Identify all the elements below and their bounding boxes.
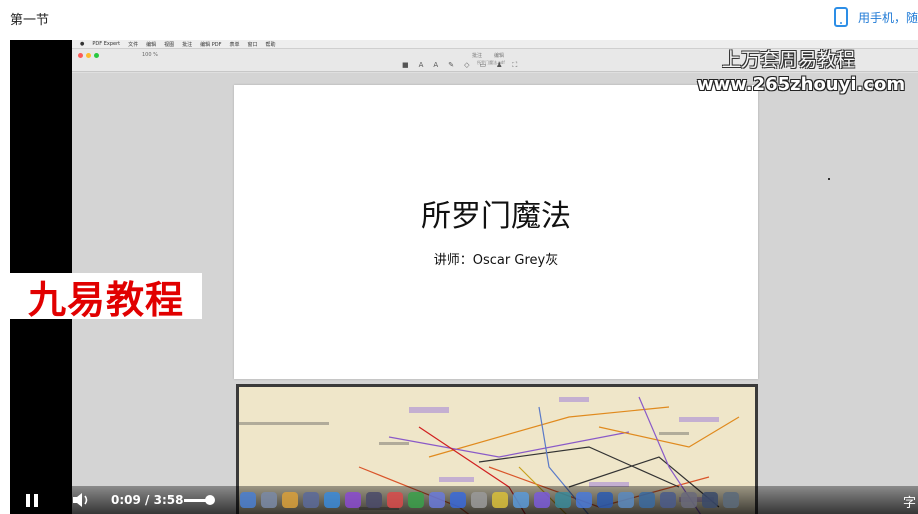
window-controls	[78, 53, 99, 58]
volume-button[interactable]	[72, 492, 92, 508]
brand-badge: 九易教程	[10, 273, 202, 322]
text-icon: A	[418, 61, 424, 69]
pen-icon: ✎	[448, 61, 455, 69]
dock-app-icon	[534, 492, 550, 508]
menu-item-annotate: 批注	[182, 41, 193, 48]
dock-app-icon	[618, 492, 634, 508]
dock-app-icon	[597, 492, 613, 508]
dock-app-icon	[429, 492, 445, 508]
dock-app-icon	[387, 492, 403, 508]
watermark-line2: www.265zhouyi.com	[697, 74, 906, 95]
zoom-level: 100 %	[142, 52, 158, 58]
close-icon	[78, 53, 83, 58]
mobile-link-label: 用手机，随	[857, 10, 918, 25]
volume-icon	[73, 493, 88, 507]
dock-app-icon	[324, 492, 340, 508]
dock-app-icon	[660, 492, 676, 508]
time-separator: /	[145, 493, 150, 507]
dock-app-icon	[471, 492, 487, 508]
dock-app-icon	[492, 492, 508, 508]
tab-annotate: 批注	[472, 53, 483, 59]
duration: 3:58	[153, 493, 184, 507]
annotation-tools: ■ A A ✎ ◇ ▭ ♟ ⛶	[402, 61, 517, 70]
volume-slider-knob[interactable]	[205, 495, 216, 505]
menu-item-file: 文件	[128, 41, 139, 48]
pause-icon-bar	[34, 494, 38, 507]
pause-button[interactable]	[26, 494, 38, 507]
dock-app-icon	[261, 492, 277, 508]
menu-item-form: 表单	[229, 41, 240, 48]
apple-icon: ●	[80, 41, 85, 47]
dock-app-icon	[576, 492, 592, 508]
current-time: 0:09	[111, 493, 141, 507]
dock-app-icon	[366, 492, 382, 508]
slide-subtitle: 讲师：Oscar Grey灰	[433, 253, 559, 268]
zoom-icon	[94, 53, 99, 58]
highlight-icon: ■	[402, 61, 409, 69]
page-header: 第一节 用手机，随	[0, 0, 918, 36]
tab-edit: 编辑	[494, 53, 505, 59]
section-title: 第一节	[10, 13, 50, 28]
subtitle-button[interactable]: 字	[903, 492, 916, 511]
dock-app-icon	[702, 492, 718, 508]
dock-app-icon	[639, 492, 655, 508]
volume-slider[interactable]	[184, 495, 216, 505]
phone-icon	[833, 7, 848, 27]
text-small-icon: A	[433, 61, 439, 69]
player-controls: 0:09 / 3:58 字	[10, 486, 918, 514]
dock-app-icon	[450, 492, 466, 508]
mobile-view-link[interactable]: 用手机，随	[833, 7, 918, 27]
dock-app-icon	[513, 492, 529, 508]
mouse-cursor	[828, 178, 830, 180]
dock-app-icon	[408, 492, 424, 508]
expand-icon: ⛶	[512, 61, 518, 69]
dock-app-icon	[282, 492, 298, 508]
stamp-icon: ♟	[496, 61, 503, 69]
mode-tabs: 批注 编辑	[472, 52, 504, 59]
dock-app-icon	[240, 492, 256, 508]
mac-dock	[240, 492, 739, 508]
dock-app-icon	[681, 492, 697, 508]
menu-item-window: 窗口	[247, 41, 258, 48]
dock-app-icon	[555, 492, 571, 508]
watermark-line1: 上万套周易教程	[722, 49, 856, 71]
brand-label: 九易教程	[27, 277, 184, 322]
comment-icon: ▭	[479, 61, 487, 69]
dock-app-icon	[345, 492, 361, 508]
dock-app-icon	[303, 492, 319, 508]
shape-icon: ◇	[464, 61, 470, 69]
time-display: 0:09 / 3:58	[111, 493, 183, 507]
app-name: PDF Expert	[92, 41, 121, 47]
minimize-icon	[86, 53, 91, 58]
pdf-page-title: 所罗门魔法 讲师：Oscar Grey灰	[234, 85, 830, 379]
pause-icon	[26, 494, 30, 507]
menu-item-edit-pdf: 编辑 PDF	[200, 41, 222, 48]
dock-app-icon	[723, 492, 739, 508]
menu-item-view: 视图	[164, 41, 175, 48]
slide-title: 所罗门魔法	[421, 199, 571, 234]
menu-item-edit: 编辑	[146, 41, 157, 48]
menu-item-help: 帮助	[265, 41, 276, 48]
video-player[interactable]: ● PDF Expert 文件 编辑 视图 批注 编辑 PDF 表单 窗口 帮助…	[10, 40, 918, 514]
